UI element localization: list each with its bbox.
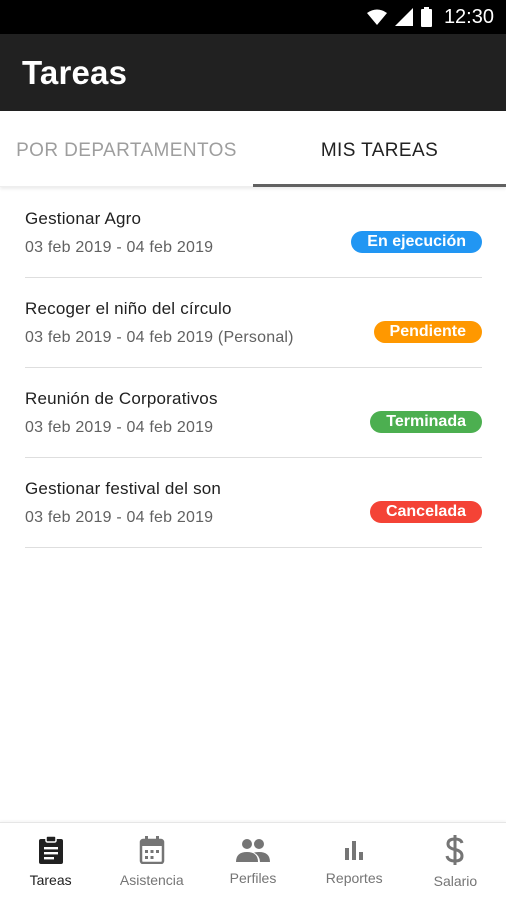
bottom-navigation: Tareas Asistencia Perfiles Reportes Sala…	[0, 822, 506, 900]
nav-label: Tareas	[29, 871, 72, 888]
nav-label: Salario	[433, 872, 478, 889]
calendar-icon	[139, 835, 165, 864]
app-bar: Tareas	[0, 34, 506, 111]
dollar-icon	[444, 834, 466, 865]
nav-label: Reportes	[325, 869, 383, 886]
people-icon	[236, 838, 270, 862]
nav-item-perfiles[interactable]: Perfiles	[202, 823, 303, 900]
task-dates: 03 feb 2019 - 04 feb 2019 (Personal)	[25, 328, 294, 346]
tab-bar: POR DEPARTAMENTOS MIS TAREAS	[0, 111, 506, 187]
battery-icon	[420, 7, 432, 27]
status-badge: Terminada	[370, 410, 482, 433]
task-dates: 03 feb 2019 - 04 feb 2019	[25, 238, 214, 256]
status-badge: En ejecución	[351, 230, 482, 253]
nav-label: Perfiles	[229, 869, 277, 886]
task-name: Gestionar festival del son	[25, 478, 222, 498]
tab-por-departamentos[interactable]: POR DEPARTAMENTOS	[0, 111, 253, 186]
nav-item-tareas[interactable]: Tareas	[0, 823, 101, 900]
task-dates: 03 feb 2019 - 04 feb 2019	[25, 508, 214, 526]
task-item-festival-son[interactable]: Gestionar festival del son 03 feb 2019 -…	[25, 458, 482, 548]
signal-icon	[394, 8, 413, 26]
bar-chart-icon	[342, 838, 366, 862]
task-name: Gestionar Agro	[25, 208, 142, 228]
status-badge: Pendiente	[373, 320, 482, 343]
nav-item-reportes[interactable]: Reportes	[304, 823, 405, 900]
status-bar: 12:30	[0, 0, 506, 34]
task-item-reunion-corporativos[interactable]: Reunión de Corporativos 03 feb 2019 - 04…	[25, 368, 482, 458]
task-list: Gestionar Agro 03 feb 2019 - 04 feb 2019…	[25, 188, 482, 548]
status-badge: Cancelada	[369, 500, 482, 523]
status-time: 12:30	[443, 5, 494, 28]
wifi-icon	[366, 9, 387, 25]
nav-item-asistencia[interactable]: Asistencia	[101, 823, 202, 900]
task-item-recoger-nino[interactable]: Recoger el niño del círculo 03 feb 2019 …	[25, 278, 482, 368]
tab-mis-tareas[interactable]: MIS TAREAS	[253, 111, 506, 187]
task-name: Reunión de Corporativos	[25, 388, 218, 408]
task-name: Recoger el niño del círculo	[25, 298, 232, 318]
nav-label: Asistencia	[119, 871, 184, 888]
page-title: Tareas	[22, 53, 128, 91]
nav-item-salario[interactable]: Salario	[405, 823, 506, 900]
clipboard-icon	[38, 835, 64, 864]
task-dates: 03 feb 2019 - 04 feb 2019	[25, 418, 214, 436]
task-item-gestionar-agro[interactable]: Gestionar Agro 03 feb 2019 - 04 feb 2019…	[25, 188, 482, 278]
